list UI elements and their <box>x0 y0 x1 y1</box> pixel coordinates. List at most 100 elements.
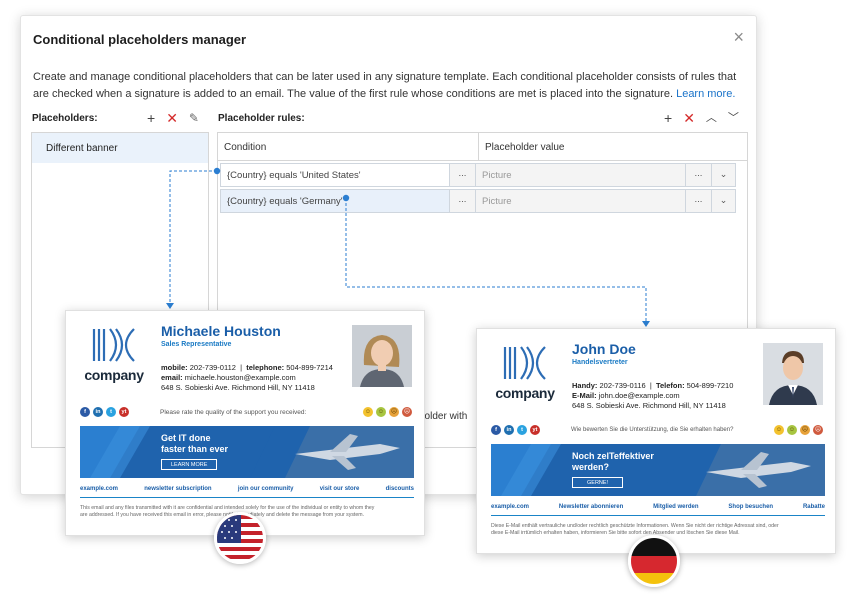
mobile-value: 202-739-0116 <box>599 381 646 390</box>
company-logo: company <box>489 343 561 401</box>
address: 648 S. Sobieski Ave. Richmond Hill, NY 1… <box>572 401 726 410</box>
link-discounts[interactable]: discounts <box>386 486 414 492</box>
linkedin-icon[interactable]: in <box>93 407 103 417</box>
youtube-icon[interactable]: yt <box>119 407 129 417</box>
x-icon[interactable]: ✕ <box>683 111 695 125</box>
phone-label: Telefon: <box>655 381 685 390</box>
address: 648 S. Sobieski Ave. Richmond Hill, NY 1… <box>161 383 315 392</box>
us-flag-icon <box>214 512 266 564</box>
rating-emojis: ☺ ☺ ☹ ☹ <box>774 425 823 435</box>
youtube-icon[interactable]: yt <box>530 425 540 435</box>
edit-condition-button[interactable]: ... <box>450 189 476 213</box>
chevron-up-icon[interactable]: ︿ <box>706 112 717 124</box>
dialog-title: Conditional placeholders manager <box>33 32 247 47</box>
banner-title-line-1: Get IT done <box>161 433 211 443</box>
disclaimer-line-1: Diese E-Mail enthält vertrauliche und/od… <box>491 523 779 529</box>
company-logo-icon <box>503 346 546 380</box>
divider <box>491 515 825 516</box>
link-community[interactable]: join our community <box>238 486 294 492</box>
description-text: Create and manage conditional placeholde… <box>33 71 737 100</box>
link-newsletter[interactable]: newsletter subscription <box>144 486 211 492</box>
value-cell[interactable]: Picture <box>476 163 686 187</box>
divider <box>80 497 414 498</box>
chevron-down-icon[interactable]: ⌄ <box>712 189 736 213</box>
chevron-down-icon[interactable]: ⌄ <box>712 163 736 187</box>
signature-name: Michaele Houston <box>161 323 281 339</box>
placeholder-rules-label: Placeholder rules: <box>218 113 305 124</box>
edit-icon[interactable]: ✎ <box>189 112 199 124</box>
facebook-icon[interactable]: f <box>491 425 501 435</box>
link-website[interactable]: example.com <box>491 504 529 510</box>
sad-icon[interactable]: ☹ <box>402 407 412 417</box>
rule-row-germany[interactable]: {Country} equals 'Germany' ... Picture .… <box>220 189 737 213</box>
linkedin-icon[interactable]: in <box>504 425 514 435</box>
sad-icon[interactable]: ☹ <box>813 425 823 435</box>
logo-text: company <box>84 367 144 383</box>
disclaimer-line-1: This email and any files transmitted wit… <box>80 505 375 511</box>
facebook-icon[interactable]: f <box>80 407 90 417</box>
column-header-placeholder-value: Placeholder value <box>485 142 565 153</box>
partially-hidden-text: holder with <box>419 411 468 422</box>
email-label: email: <box>161 373 183 382</box>
mobile-label: mobile: <box>161 363 188 372</box>
link-community[interactable]: Mitglied werden <box>653 504 698 510</box>
happy-icon[interactable]: ☺ <box>376 407 386 417</box>
column-header-condition: Condition <box>218 133 479 160</box>
logo-text: company <box>495 385 555 401</box>
signature-role: Sales Representative <box>161 341 232 348</box>
banner-title-line-2: faster than ever <box>161 443 229 454</box>
avatar <box>352 325 412 387</box>
promo-banner[interactable]: Get IT done faster than ever LEARN MORE <box>80 426 414 478</box>
signature-contact: Handy: 202-739-0116 | Telefon: 504-899-7… <box>572 381 734 410</box>
banner-title: Noch zelTeffektiver werden? <box>572 451 654 472</box>
twitter-icon[interactable]: t <box>106 407 116 417</box>
close-icon[interactable]: × <box>733 28 744 46</box>
edit-value-button[interactable]: ... <box>686 189 712 213</box>
mobile-label: Handy: <box>572 381 598 390</box>
placeholder-item-different-banner[interactable]: Different banner <box>32 133 208 163</box>
learn-more-link[interactable]: Learn more. <box>676 88 735 100</box>
happy-icon[interactable]: ☺ <box>787 425 797 435</box>
link-discounts[interactable]: Rabatte <box>803 504 825 510</box>
link-newsletter[interactable]: Newsletter abonnieren <box>559 504 623 510</box>
condition-cell[interactable]: {Country} equals 'United States' <box>220 163 450 187</box>
link-store[interactable]: visit our store <box>320 486 360 492</box>
rules-header: Condition Placeholder value <box>218 133 747 161</box>
edit-condition-button[interactable]: ... <box>450 163 476 187</box>
company-logo-icon <box>92 328 135 362</box>
placeholders-toolbar: + ✕ ✎ <box>147 111 199 125</box>
social-icons: f in t yt <box>491 425 540 435</box>
neutral-icon[interactable]: ☹ <box>389 407 399 417</box>
condition-cell[interactable]: {Country} equals 'Germany' <box>220 189 450 213</box>
phone-value: 504-899-7210 <box>686 381 734 390</box>
email-value: john.doe@example.com <box>598 391 680 400</box>
rule-row-united-states[interactable]: {Country} equals 'United States' ... Pic… <box>220 163 737 187</box>
link-website[interactable]: example.com <box>80 486 118 492</box>
rating-text: Wie bewerten Sie die Unterstützung, die … <box>571 427 734 433</box>
social-icons: f in t yt <box>80 407 129 417</box>
rules-toolbar: + ✕ ︿ ﹀ <box>664 111 739 125</box>
avatar <box>763 343 823 405</box>
signature-name: John Doe <box>572 341 636 357</box>
value-cell[interactable]: Picture <box>476 189 686 213</box>
edit-value-button[interactable]: ... <box>686 163 712 187</box>
email-label: E-Mail: <box>572 391 597 400</box>
rating-emojis: ☺ ☺ ☹ ☹ <box>363 407 412 417</box>
banner-title: Get IT done faster than ever <box>161 433 228 454</box>
neutral-icon[interactable]: ☹ <box>800 425 810 435</box>
link-store[interactable]: Shop besuchen <box>728 504 773 510</box>
mobile-value: 202-739-0112 <box>189 363 236 372</box>
placeholders-label: Placeholders: <box>32 113 98 124</box>
signature-preview-de: company John Doe Handelsvertreter Handy:… <box>476 328 836 554</box>
plus-icon[interactable]: + <box>147 111 155 125</box>
twitter-icon[interactable]: t <box>517 425 527 435</box>
very-happy-icon[interactable]: ☺ <box>774 425 784 435</box>
chevron-down-icon[interactable]: ﹀ <box>728 112 739 124</box>
company-logo: company <box>78 325 150 383</box>
very-happy-icon[interactable]: ☺ <box>363 407 373 417</box>
promo-banner[interactable]: Noch zelTeffektiver werden? GERNE! <box>491 444 825 496</box>
x-icon[interactable]: ✕ <box>166 111 178 125</box>
learn-more-button[interactable]: LEARN MORE <box>161 459 218 470</box>
plus-icon[interactable]: + <box>664 111 672 125</box>
gerne-button[interactable]: GERNE! <box>572 477 624 488</box>
